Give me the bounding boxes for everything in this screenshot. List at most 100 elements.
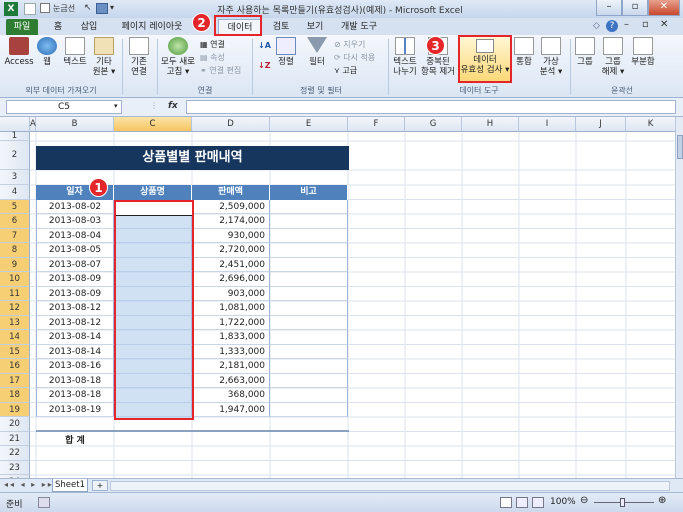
table-cell[interactable]: 2013-08-05 [36,243,114,258]
table-cell[interactable] [270,330,348,345]
vertical-scrollbar[interactable] [675,117,683,478]
minimize-button[interactable]: – [596,0,622,16]
table-cell[interactable] [270,199,348,214]
table-cell[interactable] [270,373,348,388]
properties-button[interactable]: ▤ 속성 [200,52,225,63]
text-button[interactable]: 텍스트 [60,37,90,67]
table-cell[interactable] [270,301,348,316]
insert-function-button[interactable]: fx [168,101,178,111]
clear-filter-button[interactable]: ⊘ 지우기 [334,39,365,50]
consolidate-button[interactable]: 통합 [513,37,535,67]
table-cell[interactable] [270,257,348,272]
table-cell[interactable]: 2013-08-09 [36,272,114,287]
zoom-out-icon[interactable]: ⊖ [580,495,588,506]
text-to-columns-button[interactable]: 텍스트 나누기 [390,37,420,77]
table-cell[interactable] [270,243,348,258]
table-cell[interactable]: 2,451,000 [192,257,270,272]
table-cell[interactable]: 2,181,000 [192,359,270,374]
tab-page-layout[interactable]: 페이지 레이아웃 [110,19,194,35]
table-cell[interactable]: 2013-08-07 [36,257,114,272]
table-cell[interactable]: 2013-08-12 [36,301,114,316]
table-header-cell[interactable]: 비고 [270,185,348,200]
table-cell[interactable] [270,344,348,359]
subtotal-button[interactable]: 부분합 [628,37,658,67]
sort-ascending-icon[interactable]: ↓A [258,40,271,51]
table-cell[interactable] [270,272,348,287]
table-cell[interactable]: 2013-08-02 [36,199,114,214]
table-header-cell[interactable]: 판매액 [192,185,270,200]
sheet-tab-sheet1[interactable]: Sheet1 [52,479,88,492]
advanced-filter-button[interactable]: ⋎ 고급 [334,65,357,76]
table-cell[interactable]: 2,720,000 [192,243,270,258]
tab-home[interactable]: 홈 [46,19,70,35]
table-cell[interactable]: 2013-08-14 [36,330,114,345]
horizontal-scrollbar[interactable] [110,481,670,491]
sheet-nav-arrows-icon[interactable]: ◂◂ ◂ ▸ ▸▸ [4,480,54,489]
table-cell[interactable]: 2013-08-09 [36,286,114,301]
data-validation-button[interactable]: 데이터 유효성 검사 ▾ [458,35,512,83]
table-cell[interactable]: 2013-08-18 [36,373,114,388]
zoom-in-icon[interactable]: ⊕ [658,495,666,506]
name-box-dropdown-icon[interactable]: ▾ [114,102,118,110]
close-button[interactable]: ✕ [648,0,680,16]
ungroup-button[interactable]: 그룹 해제 ▾ [600,37,626,77]
zoom-slider-thumb[interactable] [620,498,625,507]
tab-insert[interactable]: 삽입 [76,19,102,35]
table-cell[interactable]: 2013-08-12 [36,315,114,330]
table-cell[interactable]: 368,000 [192,388,270,403]
group-button[interactable]: 그룹 [572,37,598,67]
table-cell[interactable]: 2,174,000 [192,214,270,229]
table-cell[interactable] [270,402,348,417]
web-button[interactable]: 웹 [36,37,58,67]
existing-connections-button[interactable]: 기존 연결 [124,37,154,77]
screenshot-icon[interactable] [96,3,108,14]
refresh-all-button[interactable]: 모두 새로 고침 ▾ [160,37,196,77]
sort-button[interactable]: 정렬 [274,37,298,67]
filter-button[interactable]: 필터 [304,37,330,67]
maximize-button[interactable]: ▫ [622,0,648,16]
macro-record-icon[interactable] [38,497,50,508]
doc-restore-button[interactable]: ▫ [642,19,649,30]
zoom-level[interactable]: 100% [550,497,576,507]
table-cell[interactable] [270,286,348,301]
table-cell[interactable]: 2,696,000 [192,272,270,287]
spreadsheet-grid[interactable]: ABCDEFGHIJKL 123456789101112131415161718… [0,117,675,478]
table-cell[interactable]: 1,947,000 [192,402,270,417]
table-header-cell[interactable]: 상품명 [114,185,192,200]
page-layout-view-icon[interactable] [516,497,528,508]
table-cell[interactable]: 2013-08-19 [36,402,114,417]
table-cell[interactable]: 2,509,000 [192,199,270,214]
table-cell[interactable]: 2,663,000 [192,373,270,388]
table-cell[interactable]: 903,000 [192,286,270,301]
connections-button[interactable]: ▦ 연결 [200,39,225,50]
normal-view-icon[interactable] [500,497,512,508]
table-cell[interactable] [270,315,348,330]
reapply-button[interactable]: ⟳ 다시 적용 [334,52,375,63]
table-cell[interactable]: 2013-08-18 [36,388,114,403]
table-cell[interactable]: 1,333,000 [192,344,270,359]
table-cell[interactable] [270,228,348,243]
table-cell[interactable]: 1,833,000 [192,330,270,345]
save-icon[interactable] [24,3,36,15]
sort-descending-icon[interactable]: ↓Z [258,60,271,71]
vertical-scroll-thumb[interactable] [677,135,683,159]
new-sheet-icon[interactable]: + [92,480,108,491]
formula-input[interactable] [186,100,676,114]
table-cell[interactable]: 2013-08-14 [36,344,114,359]
doc-close-button[interactable]: ✕ [660,19,668,30]
pointer-icon[interactable]: ↖ [84,3,92,15]
tab-view[interactable]: 보기 [302,19,328,35]
ribbon-minimize-icon[interactable]: ◇ [593,21,600,31]
table-cell[interactable]: 2013-08-16 [36,359,114,374]
name-box[interactable]: C5 [6,100,122,114]
table-cell[interactable]: 1,081,000 [192,301,270,316]
help-icon[interactable]: ? [606,20,618,32]
page-break-view-icon[interactable] [532,497,544,508]
doc-minimize-button[interactable]: – [624,19,629,30]
edit-links-button[interactable]: ⚭ 연결 편집 [200,65,241,76]
what-if-button[interactable]: 가상 분석 ▾ [536,37,566,77]
tab-developer[interactable]: 개발 도구 [336,19,382,35]
table-cell[interactable]: 2013-08-03 [36,214,114,229]
access-button[interactable]: Access [3,37,35,67]
tab-file[interactable]: 파일 [6,19,38,35]
